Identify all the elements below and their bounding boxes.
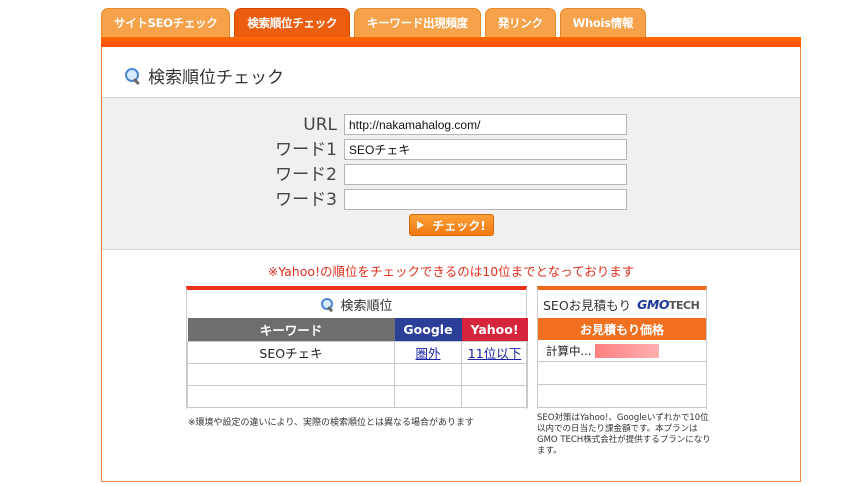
yahoo-rank-cell: 11位以下 xyxy=(461,340,528,364)
word2-row: ワード2 xyxy=(102,164,800,186)
word3-row: ワード3 xyxy=(102,189,800,211)
keyword-cell xyxy=(187,362,395,386)
column-keyword: キーワード xyxy=(187,318,395,341)
google-rank-link[interactable]: 圏外 xyxy=(415,346,440,361)
url-input[interactable] xyxy=(344,114,627,135)
estimate-panel: SEOお見積もり GMOTECH お見積もり価格 計算中... xyxy=(537,286,707,409)
page-title: 検索順位チェック xyxy=(124,63,284,88)
tab-site-seo-check[interactable]: サイトSEOチェック xyxy=(101,8,231,37)
check-button[interactable]: チェック! xyxy=(409,214,494,236)
results-title: 検索順位 xyxy=(340,298,393,314)
gmo-logo-sub: TECH xyxy=(669,298,700,312)
yahoo-rank-link[interactable]: 11位以下 xyxy=(468,346,521,361)
google-rank-cell xyxy=(394,384,462,408)
keyword-cell: SEOチェキ xyxy=(187,340,395,364)
gmo-tech-logo[interactable]: GMOTECH xyxy=(637,296,700,312)
search-icon xyxy=(320,297,335,312)
results-table: キーワード Google Yahoo! SEOチェキ 圏外 11位以下 xyxy=(187,318,528,408)
yahoo-rank-cell xyxy=(461,384,528,408)
check-button-label: チェック! xyxy=(432,218,486,233)
word1-row: ワード1 xyxy=(102,139,800,161)
tab-rank-check[interactable]: 検索順位チェック xyxy=(234,8,351,37)
url-row: URL xyxy=(102,114,800,136)
results-panel: 検索順位 キーワード Google Yahoo! SEOチェキ 圏外 11位以下 xyxy=(186,286,528,409)
loading-bar xyxy=(595,343,660,358)
estimate-header: SEOお見積もり GMOTECH xyxy=(538,290,706,318)
play-icon xyxy=(417,221,425,229)
column-yahoo: Yahoo! xyxy=(461,318,528,341)
search-icon xyxy=(124,67,142,85)
google-rank-cell: 圏外 xyxy=(394,340,462,364)
main-panel: 検索順位チェック URL ワード1 ワード2 ワード3 チェック! ※Yahoo… xyxy=(101,47,801,482)
google-rank-cell xyxy=(394,362,462,386)
estimate-status: 計算中... xyxy=(546,343,592,358)
estimate-empty-row xyxy=(538,362,706,385)
yahoo-rank-cell xyxy=(461,362,528,386)
results-note: ※環境や設定の違いにより、実際の検索順位とは異なる場合があります xyxy=(188,418,475,428)
estimate-title: SEOお見積もり xyxy=(543,297,632,313)
url-label: URL xyxy=(303,115,337,135)
table-row xyxy=(187,384,528,408)
word2-label: ワード2 xyxy=(275,165,337,185)
tab-whois[interactable]: Whois情報 xyxy=(559,8,647,37)
tab-underline xyxy=(101,37,801,47)
word3-label: ワード3 xyxy=(275,190,337,210)
table-row xyxy=(187,362,528,386)
page-title-text: 検索順位チェック xyxy=(148,68,284,88)
table-header-row: キーワード Google Yahoo! xyxy=(187,318,528,341)
search-form: URL ワード1 ワード2 ワード3 チェック! xyxy=(102,97,800,250)
estimate-empty-row xyxy=(538,385,706,408)
word1-input[interactable] xyxy=(344,139,627,160)
estimate-note: SEO対策はYahoo!、Googleいずれかで10位以内での日当たり課金額です… xyxy=(537,413,711,456)
table-row: SEOチェキ 圏外 11位以下 xyxy=(187,340,528,364)
word2-input[interactable] xyxy=(344,164,627,185)
estimate-row: 計算中... xyxy=(538,340,706,362)
yahoo-notice: ※Yahoo!の順位をチェックできるのは10位までとなっております xyxy=(267,264,635,279)
word1-label: ワード1 xyxy=(275,140,337,160)
results-header: 検索順位 xyxy=(187,290,526,318)
gmo-logo-main: GMO xyxy=(637,296,669,312)
estimate-price-header: お見積もり価格 xyxy=(538,318,706,340)
tab-keyword-frequency[interactable]: キーワード出現頻度 xyxy=(354,8,481,37)
word3-input[interactable] xyxy=(344,189,627,210)
column-google: Google xyxy=(394,318,462,341)
keyword-cell xyxy=(187,384,395,408)
tab-bar: サイトSEOチェック 検索順位チェック キーワード出現頻度 発リンク Whois… xyxy=(101,8,647,37)
tab-outbound-links[interactable]: 発リンク xyxy=(484,8,556,37)
